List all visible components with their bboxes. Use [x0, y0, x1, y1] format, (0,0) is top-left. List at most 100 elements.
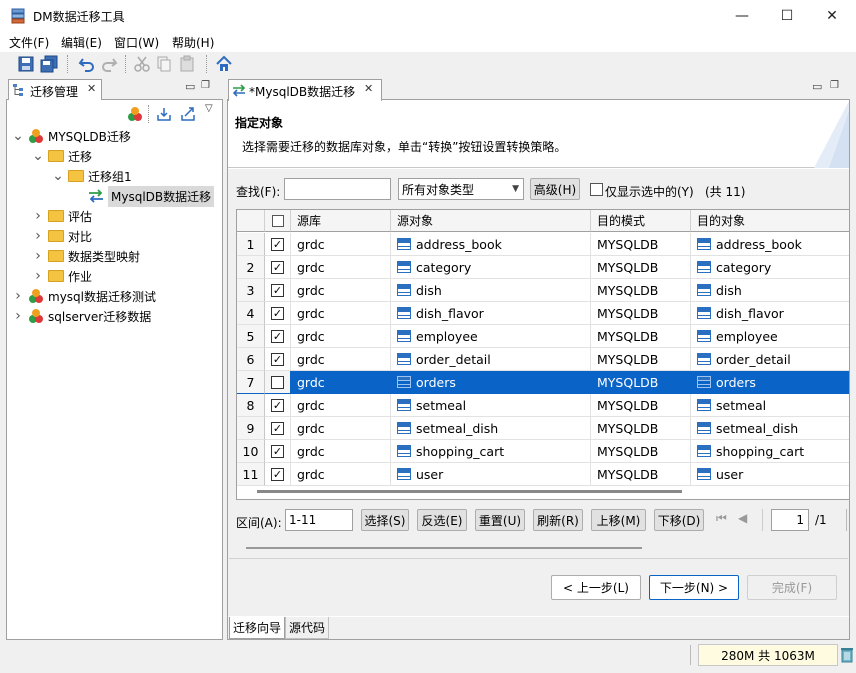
tree-item[interactable]: › 作业 [32, 266, 92, 286]
menu-window[interactable]: 窗口(W) [114, 34, 159, 51]
object-type-select[interactable]: 所有对象类型 ▼ [398, 178, 524, 200]
import-icon[interactable] [156, 106, 172, 122]
tab-migration-wizard[interactable]: 迁移向导 [229, 617, 285, 639]
menu-file[interactable]: 文件(F) [9, 34, 49, 51]
tree-item[interactable]: › 对比 [32, 226, 92, 246]
row-checkbox[interactable]: ✓ [265, 279, 291, 302]
first-page-icon[interactable]: ⏮ [716, 511, 727, 526]
search-input[interactable] [284, 178, 391, 200]
tree-item[interactable]: ⌄ 迁移 [32, 146, 92, 166]
close-tab-icon[interactable]: ✕ [364, 82, 373, 95]
trash-icon[interactable] [840, 646, 854, 663]
row-select-checkbox[interactable]: ✓ [271, 237, 284, 251]
chevron-down-icon[interactable]: ⌄ [12, 128, 24, 144]
range-input[interactable]: 1-11 [285, 509, 353, 531]
column-header-target-object[interactable]: 目的对象 [691, 210, 849, 232]
export-icon[interactable] [180, 106, 196, 122]
row-select-checkbox[interactable]: ✓ [271, 375, 284, 389]
refresh-button[interactable]: 刷新(R) [533, 509, 583, 531]
chevron-right-icon[interactable]: › [32, 228, 44, 244]
maximize-button[interactable]: ☐ [765, 0, 809, 31]
minimize-view-icon[interactable]: ▭ [185, 80, 195, 93]
row-checkbox[interactable]: ✓ [265, 348, 291, 371]
tree-item[interactable]: › 数据类型映射 [32, 246, 140, 266]
chevron-right-icon[interactable]: › [32, 268, 44, 284]
row-checkbox[interactable]: ✓ [265, 463, 291, 486]
menu-help[interactable]: 帮助(H) [172, 34, 214, 51]
redo-icon[interactable] [100, 55, 118, 73]
tab-mysqldb-migration[interactable]: *MysqlDB数据迁移 ✕ [228, 79, 382, 101]
table-row[interactable]: 2 ✓ grdc category MYSQLDB category [237, 256, 849, 279]
chevron-right-icon[interactable]: › [12, 288, 24, 304]
tab-migration-manager[interactable]: 迁移管理 ✕ [8, 79, 102, 100]
row-select-checkbox[interactable]: ✓ [271, 421, 284, 435]
row-checkbox[interactable]: ✓ [265, 440, 291, 463]
previous-page-icon[interactable]: ◀ [738, 511, 747, 525]
table-row[interactable]: 6 ✓ grdc order_detail MYSQLDB order_detail [237, 348, 849, 371]
table-row[interactable]: 1 ✓ grdc address_book MYSQLDB address_book [237, 233, 849, 256]
row-select-checkbox[interactable]: ✓ [271, 306, 284, 320]
chevron-down-icon[interactable]: ⌄ [32, 148, 44, 164]
table-row[interactable]: 5 ✓ grdc employee MYSQLDB employee [237, 325, 849, 348]
copy-icon[interactable] [155, 55, 173, 73]
content-horizontal-scrollbar[interactable] [246, 547, 642, 549]
row-checkbox[interactable]: ✓ [265, 371, 291, 394]
chevron-right-icon[interactable]: › [32, 248, 44, 264]
table-row[interactable]: 9 ✓ grdc setmeal_dish MYSQLDB setmeal_dish [237, 417, 849, 440]
row-checkbox[interactable]: ✓ [265, 256, 291, 279]
move-down-button[interactable]: 下移(D) [654, 509, 704, 531]
row-select-checkbox[interactable]: ✓ [271, 398, 284, 412]
reset-button[interactable]: 重置(U) [475, 509, 525, 531]
row-checkbox[interactable]: ✓ [265, 325, 291, 348]
table-row[interactable]: 4 ✓ grdc dish_flavor MYSQLDB dish_flavor [237, 302, 849, 325]
select-button[interactable]: 选择(S) [361, 509, 409, 531]
next-step-button[interactable]: 下一步(N) > [649, 575, 739, 600]
undo-icon[interactable] [78, 55, 96, 73]
new-project-icon[interactable] [127, 106, 143, 122]
select-all-header[interactable] [265, 210, 291, 232]
menu-edit[interactable]: 编辑(E) [61, 34, 102, 51]
maximize-editor-icon[interactable]: ❐ [830, 80, 839, 91]
home-icon[interactable] [215, 55, 233, 73]
tree-item[interactable]: ⌄ MYSQLDB迁移 [12, 126, 131, 146]
table-row[interactable]: 11 ✓ grdc user MYSQLDB user [237, 463, 849, 486]
tree-item[interactable]: › sqlserver迁移数据 [12, 306, 151, 326]
column-header-source-db[interactable]: 源库 [291, 210, 391, 232]
close-tab-icon[interactable]: ✕ [87, 82, 96, 95]
minimize-button[interactable]: — [720, 0, 764, 31]
tree-item[interactable]: › 评估 [32, 206, 92, 226]
table-row[interactable]: 10 ✓ grdc shopping_cart MYSQLDB shopping_cart [237, 440, 849, 463]
close-button[interactable]: ✕ [810, 0, 854, 31]
tree-item[interactable]: ⌄ 迁移组1 [52, 166, 132, 186]
save-all-icon[interactable] [40, 55, 58, 73]
paste-icon[interactable] [178, 55, 196, 73]
tree-item[interactable]: MysqlDB数据迁移 [72, 185, 215, 207]
previous-step-button[interactable]: < 上一步(L) [551, 575, 641, 600]
row-select-checkbox[interactable]: ✓ [271, 329, 284, 343]
column-header-target-schema[interactable]: 目的模式 [591, 210, 691, 232]
only-selected-checkbox[interactable] [590, 183, 603, 196]
chevron-right-icon[interactable]: › [32, 208, 44, 224]
tree-item[interactable]: › mysql数据迁移测试 [12, 286, 156, 306]
maximize-view-icon[interactable]: ❐ [201, 80, 210, 91]
page-number-input[interactable]: 1 [771, 509, 809, 531]
chevron-down-icon[interactable]: ⌄ [52, 168, 64, 184]
row-checkbox[interactable]: ✓ [265, 233, 291, 256]
advanced-button[interactable]: 高级(H) [530, 178, 580, 200]
table-horizontal-scrollbar[interactable] [257, 490, 682, 493]
view-menu-icon[interactable]: ▽ [205, 103, 213, 114]
table-row[interactable]: 8 ✓ grdc setmeal MYSQLDB setmeal [237, 394, 849, 417]
chevron-right-icon[interactable]: › [12, 308, 24, 324]
tab-source-code[interactable]: 源代码 [285, 617, 329, 639]
move-up-button[interactable]: 上移(M) [591, 509, 646, 531]
row-select-checkbox[interactable]: ✓ [271, 467, 284, 481]
row-select-checkbox[interactable]: ✓ [271, 444, 284, 458]
minimize-editor-icon[interactable]: ▭ [812, 80, 822, 93]
row-checkbox[interactable]: ✓ [265, 417, 291, 440]
row-select-checkbox[interactable]: ✓ [271, 260, 284, 274]
row-checkbox[interactable]: ✓ [265, 302, 291, 325]
row-select-checkbox[interactable]: ✓ [271, 283, 284, 297]
finish-button[interactable]: 完成(F) [747, 575, 837, 600]
row-select-checkbox[interactable]: ✓ [271, 352, 284, 366]
column-header-source-object[interactable]: 源对象 [391, 210, 591, 232]
